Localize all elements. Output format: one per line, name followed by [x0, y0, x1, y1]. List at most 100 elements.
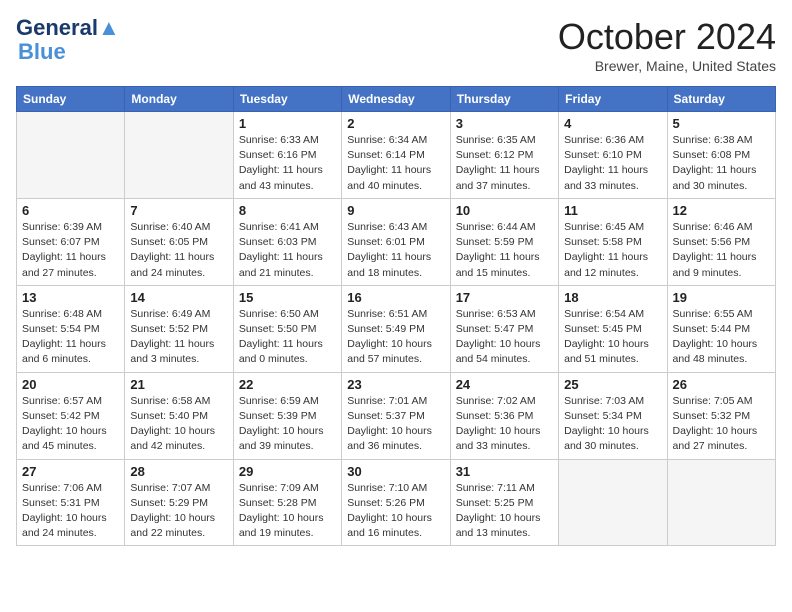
- calendar-header-row: SundayMondayTuesdayWednesdayThursdayFrid…: [17, 87, 776, 112]
- calendar-cell: 16 Sunrise: 6:51 AMSunset: 5:49 PMDayligh…: [342, 285, 450, 372]
- day-info: Sunrise: 6:41 AMSunset: 6:03 PMDaylight:…: [239, 220, 336, 281]
- day-number: 5: [673, 116, 770, 131]
- day-info: Sunrise: 6:45 AMSunset: 5:58 PMDaylight:…: [564, 220, 661, 281]
- calendar-week-row: 13 Sunrise: 6:48 AMSunset: 5:54 PMDayligh…: [17, 285, 776, 372]
- day-number: 20: [22, 377, 119, 392]
- month-title: October 2024: [558, 16, 776, 58]
- day-info: Sunrise: 6:51 AMSunset: 5:49 PMDaylight:…: [347, 307, 444, 368]
- logo-text: General▲: [16, 16, 120, 40]
- calendar-cell: [17, 112, 125, 199]
- day-info: Sunrise: 6:40 AMSunset: 6:05 PMDaylight:…: [130, 220, 227, 281]
- logo: General▲ Blue: [16, 16, 120, 64]
- day-number: 10: [456, 203, 553, 218]
- day-number: 11: [564, 203, 661, 218]
- calendar-cell: 28Sunrise: 7:07 AMSunset: 5:29 PMDayligh…: [125, 459, 233, 546]
- day-number: 29: [239, 464, 336, 479]
- calendar-cell: 3Sunrise: 6:35 AMSunset: 6:12 PMDaylight…: [450, 112, 558, 199]
- calendar-cell: 22 Sunrise: 6:59 AMSunset: 5:39 PMDayligh…: [233, 372, 341, 459]
- day-number: 18: [564, 290, 661, 305]
- calendar-cell: [559, 459, 667, 546]
- day-number: 12: [673, 203, 770, 218]
- day-number: 7: [130, 203, 227, 218]
- calendar-week-row: 1 Sunrise: 6:33 AMSunset: 6:16 PMDaylight…: [17, 112, 776, 199]
- calendar-cell: 13 Sunrise: 6:48 AMSunset: 5:54 PMDayligh…: [17, 285, 125, 372]
- calendar-week-row: 6 Sunrise: 6:39 AMSunset: 6:07 PMDaylight…: [17, 198, 776, 285]
- day-number: 15: [239, 290, 336, 305]
- calendar-cell: 19Sunrise: 6:55 AMSunset: 5:44 PMDayligh…: [667, 285, 775, 372]
- day-info: Sunrise: 6:39 AMSunset: 6:07 PMDaylight:…: [22, 220, 119, 281]
- day-info: Sunrise: 7:09 AMSunset: 5:28 PMDaylight:…: [239, 481, 336, 542]
- day-info: Sunrise: 6:58 AMSunset: 5:40 PMDaylight:…: [130, 394, 227, 455]
- day-info: Sunrise: 7:02 AMSunset: 5:36 PMDaylight:…: [456, 394, 553, 455]
- weekday-header: Sunday: [17, 87, 125, 112]
- logo-subtext: Blue: [18, 40, 66, 64]
- calendar-cell: 11 Sunrise: 6:45 AMSunset: 5:58 PMDayligh…: [559, 198, 667, 285]
- weekday-header: Friday: [559, 87, 667, 112]
- day-number: 9: [347, 203, 444, 218]
- calendar-cell: 24 Sunrise: 7:02 AMSunset: 5:36 PMDayligh…: [450, 372, 558, 459]
- calendar-table: SundayMondayTuesdayWednesdayThursdayFrid…: [16, 86, 776, 546]
- page-header: General▲ Blue October 2024 Brewer, Maine…: [16, 16, 776, 74]
- day-number: 14: [130, 290, 227, 305]
- calendar-cell: 10 Sunrise: 6:44 AMSunset: 5:59 PMDayligh…: [450, 198, 558, 285]
- day-info: Sunrise: 7:01 AMSunset: 5:37 PMDaylight:…: [347, 394, 444, 455]
- day-number: 24: [456, 377, 553, 392]
- calendar-cell: 5 Sunrise: 6:38 AMSunset: 6:08 PMDaylight…: [667, 112, 775, 199]
- day-info: Sunrise: 6:59 AMSunset: 5:39 PMDaylight:…: [239, 394, 336, 455]
- day-info: Sunrise: 6:44 AMSunset: 5:59 PMDaylight:…: [456, 220, 553, 281]
- day-number: 27: [22, 464, 119, 479]
- day-number: 30: [347, 464, 444, 479]
- calendar-cell: 25Sunrise: 7:03 AMSunset: 5:34 PMDayligh…: [559, 372, 667, 459]
- calendar-cell: 30 Sunrise: 7:10 AMSunset: 5:26 PMDayligh…: [342, 459, 450, 546]
- day-number: 6: [22, 203, 119, 218]
- day-number: 13: [22, 290, 119, 305]
- day-info: Sunrise: 6:43 AMSunset: 6:01 PMDaylight:…: [347, 220, 444, 281]
- day-info: Sunrise: 6:35 AMSunset: 6:12 PMDaylight:…: [456, 133, 553, 194]
- day-number: 21: [130, 377, 227, 392]
- calendar-cell: [125, 112, 233, 199]
- day-number: 23: [347, 377, 444, 392]
- day-number: 1: [239, 116, 336, 131]
- calendar-cell: 12Sunrise: 6:46 AMSunset: 5:56 PMDayligh…: [667, 198, 775, 285]
- calendar-cell: 6 Sunrise: 6:39 AMSunset: 6:07 PMDaylight…: [17, 198, 125, 285]
- day-info: Sunrise: 6:54 AMSunset: 5:45 PMDaylight:…: [564, 307, 661, 368]
- day-info: Sunrise: 6:48 AMSunset: 5:54 PMDaylight:…: [22, 307, 119, 368]
- calendar-cell: 18 Sunrise: 6:54 AMSunset: 5:45 PMDayligh…: [559, 285, 667, 372]
- day-number: 16: [347, 290, 444, 305]
- day-number: 17: [456, 290, 553, 305]
- calendar-cell: 29 Sunrise: 7:09 AMSunset: 5:28 PMDayligh…: [233, 459, 341, 546]
- day-number: 28: [130, 464, 227, 479]
- weekday-header: Thursday: [450, 87, 558, 112]
- day-info: Sunrise: 6:50 AMSunset: 5:50 PMDaylight:…: [239, 307, 336, 368]
- calendar-cell: 14Sunrise: 6:49 AMSunset: 5:52 PMDayligh…: [125, 285, 233, 372]
- day-info: Sunrise: 6:36 AMSunset: 6:10 PMDaylight:…: [564, 133, 661, 194]
- day-info: Sunrise: 6:34 AMSunset: 6:14 PMDaylight:…: [347, 133, 444, 194]
- day-info: Sunrise: 6:38 AMSunset: 6:08 PMDaylight:…: [673, 133, 770, 194]
- calendar-cell: 8Sunrise: 6:41 AMSunset: 6:03 PMDaylight…: [233, 198, 341, 285]
- day-info: Sunrise: 7:06 AMSunset: 5:31 PMDaylight:…: [22, 481, 119, 542]
- day-info: Sunrise: 7:03 AMSunset: 5:34 PMDaylight:…: [564, 394, 661, 455]
- calendar-week-row: 27 Sunrise: 7:06 AMSunset: 5:31 PMDayligh…: [17, 459, 776, 546]
- calendar-cell: 27 Sunrise: 7:06 AMSunset: 5:31 PMDayligh…: [17, 459, 125, 546]
- weekday-header: Tuesday: [233, 87, 341, 112]
- calendar-cell: 9 Sunrise: 6:43 AMSunset: 6:01 PMDaylight…: [342, 198, 450, 285]
- calendar-cell: 7 Sunrise: 6:40 AMSunset: 6:05 PMDaylight…: [125, 198, 233, 285]
- calendar-cell: 15 Sunrise: 6:50 AMSunset: 5:50 PMDayligh…: [233, 285, 341, 372]
- day-info: Sunrise: 6:33 AMSunset: 6:16 PMDaylight:…: [239, 133, 336, 194]
- day-number: 31: [456, 464, 553, 479]
- weekday-header: Wednesday: [342, 87, 450, 112]
- day-number: 22: [239, 377, 336, 392]
- title-block: October 2024 Brewer, Maine, United State…: [558, 16, 776, 74]
- day-info: Sunrise: 7:11 AMSunset: 5:25 PMDaylight:…: [456, 481, 553, 542]
- day-info: Sunrise: 7:05 AMSunset: 5:32 PMDaylight:…: [673, 394, 770, 455]
- calendar-cell: 17 Sunrise: 6:53 AMSunset: 5:47 PMDayligh…: [450, 285, 558, 372]
- location: Brewer, Maine, United States: [558, 58, 776, 74]
- day-info: Sunrise: 7:10 AMSunset: 5:26 PMDaylight:…: [347, 481, 444, 542]
- calendar-week-row: 20Sunrise: 6:57 AMSunset: 5:42 PMDayligh…: [17, 372, 776, 459]
- day-info: Sunrise: 6:53 AMSunset: 5:47 PMDaylight:…: [456, 307, 553, 368]
- calendar-cell: [667, 459, 775, 546]
- calendar-cell: 23 Sunrise: 7:01 AMSunset: 5:37 PMDayligh…: [342, 372, 450, 459]
- weekday-header: Monday: [125, 87, 233, 112]
- day-number: 4: [564, 116, 661, 131]
- calendar-cell: 20Sunrise: 6:57 AMSunset: 5:42 PMDayligh…: [17, 372, 125, 459]
